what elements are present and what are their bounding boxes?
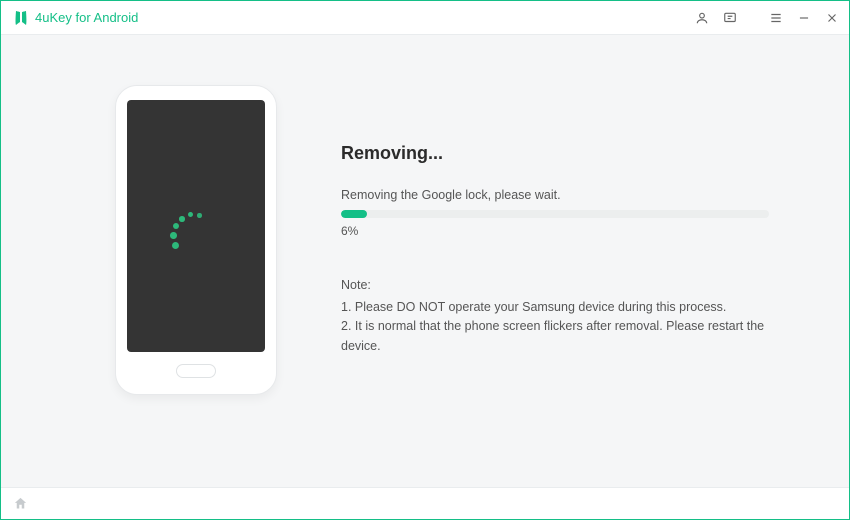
progress-panel: Removing... Removing the Google lock, pl… (341, 85, 769, 457)
home-icon[interactable] (13, 496, 28, 511)
minimize-icon[interactable] (797, 11, 811, 25)
logo-icon (13, 10, 29, 26)
phone-screen (127, 100, 265, 352)
progress-subtext: Removing the Google lock, please wait. (341, 188, 769, 202)
feedback-icon[interactable] (723, 11, 737, 25)
progress-heading: Removing... (341, 143, 769, 164)
titlebar: 4uKey for Android (1, 1, 849, 35)
device-illustration (81, 85, 281, 457)
phone-frame (115, 85, 277, 395)
account-icon[interactable] (695, 11, 709, 25)
progress-bar-fill (341, 210, 367, 218)
footer-bar (1, 487, 849, 519)
progress-bar (341, 210, 769, 218)
phone-home-button (176, 364, 216, 378)
app-window: 4uKey for Android (0, 0, 850, 520)
note-line-1: 1. Please DO NOT operate your Samsung de… (341, 298, 769, 317)
close-icon[interactable] (825, 11, 839, 25)
menu-icon[interactable] (769, 11, 783, 25)
titlebar-controls (695, 11, 839, 25)
app-logo: 4uKey for Android (13, 10, 138, 26)
loading-spinner-icon (168, 206, 216, 254)
app-title: 4uKey for Android (35, 10, 138, 25)
progress-percent: 6% (341, 224, 769, 238)
main-content: Removing... Removing the Google lock, pl… (1, 35, 849, 487)
note-line-2: 2. It is normal that the phone screen fl… (341, 317, 769, 356)
note-heading: Note: (341, 278, 769, 292)
